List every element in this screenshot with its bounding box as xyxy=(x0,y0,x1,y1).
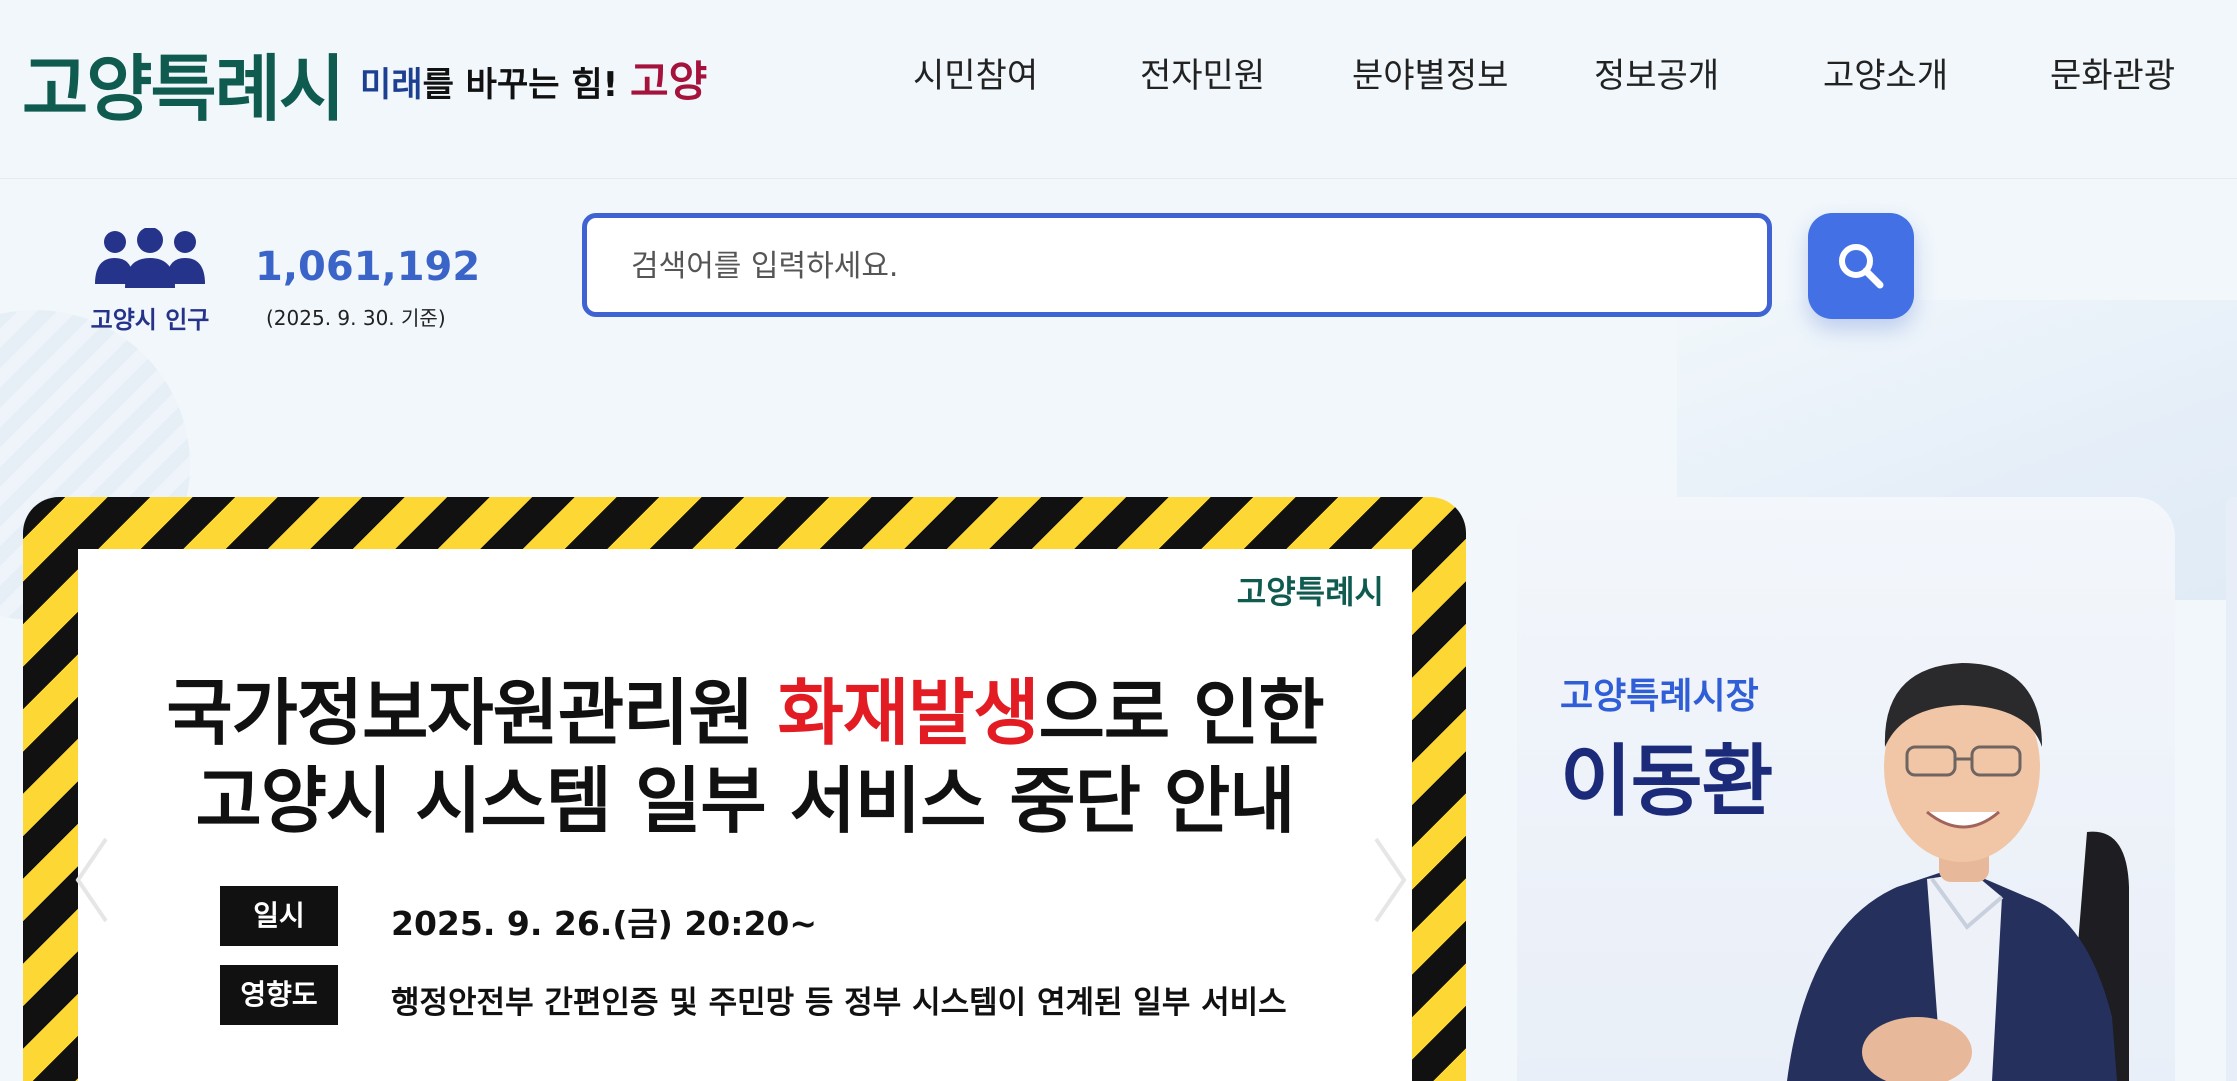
main-navigation: 시민참여 전자민원 분야별정보 정보공개 고양소개 문화관광 xyxy=(0,48,2237,98)
site-header: 고양특례시 미래를 바꾸는 힘! 고양 시민참여 전자민원 분야별정보 정보공개… xyxy=(0,0,2237,179)
carousel-prev-button[interactable] xyxy=(72,835,112,925)
people-group-icon xyxy=(95,227,205,292)
nav-item-culture-tourism[interactable]: 문화관광 xyxy=(2050,48,2175,97)
chevron-right-icon xyxy=(1374,837,1407,923)
date-value: 2025. 9. 26.(금) 20:20~ xyxy=(391,904,818,943)
nav-item-citizen-participation[interactable]: 시민참여 xyxy=(913,48,1038,97)
banner-title-part1: 국가정보자원관리원 xyxy=(166,671,778,755)
mayor-photo xyxy=(1787,663,2129,1081)
banner-title-fire: 화재발생 xyxy=(777,671,1040,755)
next-card-edge xyxy=(2226,497,2237,1081)
chevron-left-icon xyxy=(75,837,108,923)
mayor-title: 고양특례시장 xyxy=(1560,676,1759,717)
banner-brand: 고양특례시 xyxy=(1236,573,1384,611)
search-icon xyxy=(1839,244,1884,289)
date-tag: 일시 xyxy=(220,886,338,946)
population-date: (2025. 9. 30. 기준) xyxy=(266,306,446,330)
population-count: 1,061,192 xyxy=(255,244,481,290)
carousel-next-button[interactable] xyxy=(1370,835,1410,925)
mayor-name: 이동환 xyxy=(1560,737,1773,827)
banner-title-line2: 고양시 시스템 일부 서비스 중단 안내 xyxy=(195,759,1296,843)
search-input[interactable] xyxy=(587,218,1733,314)
impact-value: 행정안전부 간편인증 및 주민망 등 정부 시스템이 연계된 일부 서비스 xyxy=(391,985,1287,1021)
nav-item-about-goyang[interactable]: 고양소개 xyxy=(1823,48,1948,97)
notice-banner[interactable]: 고양특례시 국가정보자원관리원 화재발생으로 인한 고양시 시스템 일부 서비스… xyxy=(23,497,1466,1081)
banner-title-part2: 으로 인한 xyxy=(1038,671,1325,755)
search-box xyxy=(582,213,1772,317)
banner-content: 고양특례시 국가정보자원관리원 화재발생으로 인한 고양시 시스템 일부 서비스… xyxy=(78,549,1412,1081)
mayor-card[interactable]: 고양특례시장 이동환 xyxy=(1517,497,2175,1081)
banner-title: 국가정보자원관리원 화재발생으로 인한 고양시 시스템 일부 서비스 중단 안내 xyxy=(78,669,1412,845)
nav-item-information-disclosure[interactable]: 정보공개 xyxy=(1594,48,1719,97)
nav-item-e-civil-service[interactable]: 전자민원 xyxy=(1140,48,1265,97)
search-button[interactable] xyxy=(1808,213,1914,319)
population-label: 고양시 인구 xyxy=(90,306,210,334)
impact-tag: 영향도 xyxy=(220,965,338,1025)
nav-item-field-information[interactable]: 분야별정보 xyxy=(1352,48,1508,97)
